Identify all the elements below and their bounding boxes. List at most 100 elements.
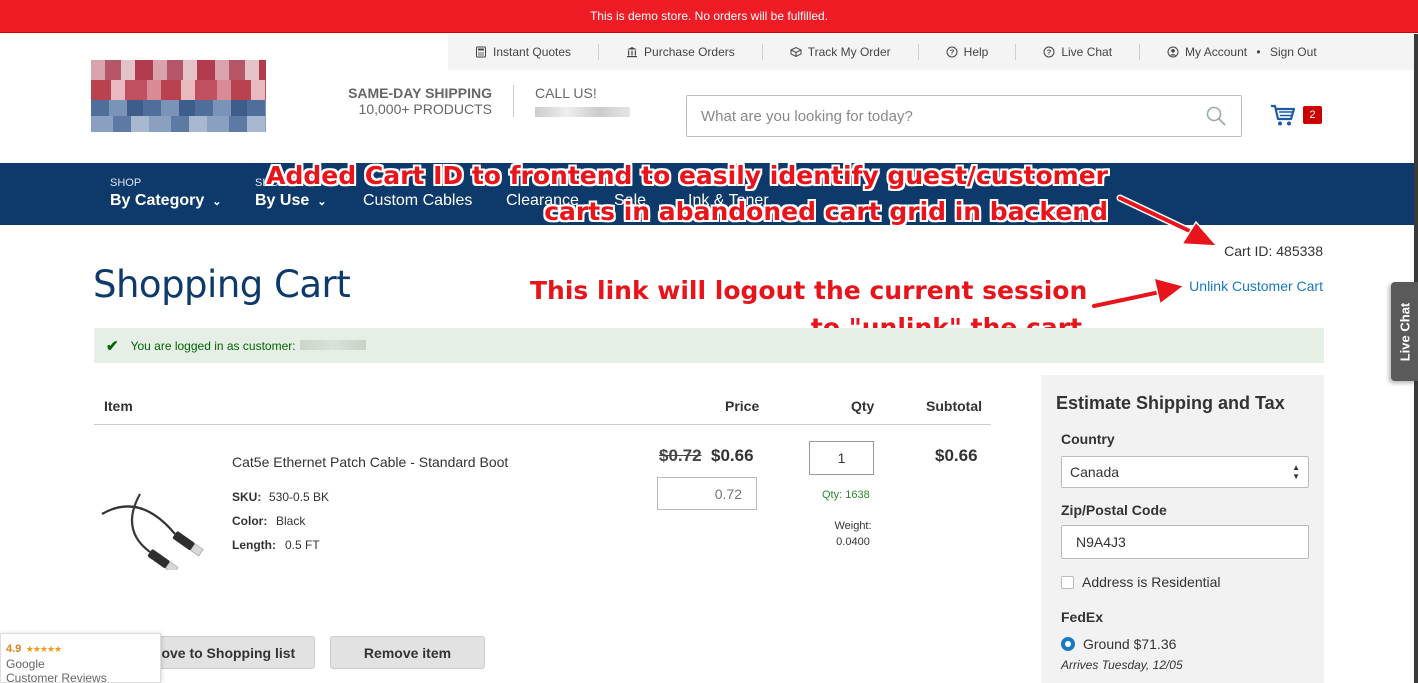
review-rating-row: 4.9 ★★★★★ xyxy=(6,639,155,657)
unlink-customer-cart-link[interactable]: Unlink Customer Cart xyxy=(1150,278,1323,294)
checkbox-box[interactable] xyxy=(1061,575,1074,589)
cart-id-label: Cart ID: 485338 xyxy=(1224,243,1323,259)
original-price: $0.72 xyxy=(659,446,702,465)
product-name-link[interactable]: Cat5e Ethernet Patch Cable - Standard Bo… xyxy=(232,454,508,470)
blurred-customer-name xyxy=(299,339,366,350)
logo-band xyxy=(91,60,266,80)
sign-out-link[interactable]: Sign Out xyxy=(1270,45,1317,59)
call-us: CALL US! xyxy=(535,85,630,117)
column-header-item: Item xyxy=(104,398,133,414)
annotation-cart-id-note: Added Cart ID to frontend to easily iden… xyxy=(260,158,1108,230)
top-link-purchase-orders[interactable]: Purchase Orders xyxy=(599,44,763,60)
column-header-price: Price xyxy=(725,398,760,414)
radio-selected-icon[interactable] xyxy=(1061,637,1075,651)
nav-item-label: By Category xyxy=(110,192,205,209)
account-icon xyxy=(1167,46,1179,58)
select-arrows-icon: ▲ ▼ xyxy=(1292,463,1300,481)
message-label: You are logged in as customer: xyxy=(130,338,296,353)
top-link-label: Track My Order xyxy=(807,45,891,59)
cart-icon xyxy=(1271,104,1296,126)
blurred-phone-number[interactable] xyxy=(535,107,630,117)
item-weight: Weight: 0.0400 xyxy=(820,518,886,550)
length-label: Length: xyxy=(232,538,276,552)
product-image[interactable] xyxy=(100,490,215,570)
annotation-line: This link will logout the current sessio… xyxy=(530,276,1088,305)
shipping-info: SAME-DAY SHIPPING 10,000+ PRODUCTS xyxy=(320,85,492,117)
review-brand: Google xyxy=(6,657,45,671)
carrier-label: FedEx xyxy=(1061,609,1104,625)
help-icon: ? xyxy=(946,46,958,58)
cart-count-badge: 2 xyxy=(1303,106,1322,124)
country-label: Country xyxy=(1061,431,1115,447)
color-label: Color: xyxy=(232,514,268,528)
table-divider xyxy=(94,424,991,425)
sku-value: 530-0.5 BK xyxy=(269,490,330,504)
color-value: Black xyxy=(276,514,306,528)
top-link-label: Instant Quotes xyxy=(493,45,572,59)
country-select[interactable]: Canada ▲ ▼ xyxy=(1061,456,1309,488)
mini-cart[interactable]: 2 xyxy=(1270,103,1324,129)
checkmark-icon: ✔ xyxy=(106,337,119,355)
review-rating: 4.9 xyxy=(6,643,22,655)
live-chat-tab[interactable]: Live Chat xyxy=(1391,282,1418,381)
stock-quantity: Qty: 1638 xyxy=(822,489,870,501)
page: This is demo store. No orders will be fu… xyxy=(0,0,1418,683)
shipping-method-label: Ground $71.36 xyxy=(1083,636,1177,652)
quantity-input[interactable] xyxy=(809,441,874,475)
weight-label: Weight: xyxy=(834,520,872,532)
residential-label: Address is Residential xyxy=(1082,574,1221,590)
chevron-down-icon: ⌄ xyxy=(212,195,222,208)
bank-icon xyxy=(627,47,638,58)
row-subtotal: $0.66 xyxy=(935,446,978,465)
calculator-icon xyxy=(476,46,486,58)
shipping-method-radio[interactable]: Ground $71.36 xyxy=(1061,636,1176,652)
logo-band xyxy=(91,80,266,100)
page-title: Shopping Cart xyxy=(93,263,351,306)
zip-input[interactable] xyxy=(1061,525,1309,559)
shipping-line-1: SAME-DAY SHIPPING xyxy=(348,85,492,101)
top-link-track-order[interactable]: Track My Order xyxy=(763,44,919,60)
search-input[interactable] xyxy=(687,97,1205,135)
estimate-shipping-panel: Estimate Shipping and Tax Country Canada… xyxy=(1041,375,1324,683)
store-logo[interactable] xyxy=(91,60,266,132)
current-price: $0.66 xyxy=(711,446,754,465)
header-divider xyxy=(513,85,514,117)
search-box xyxy=(686,95,1242,137)
arrival-estimate: Arrives Tuesday, 12/05 xyxy=(1061,658,1183,672)
annotation-line: carts in abandoned cart grid in backend xyxy=(544,197,1108,226)
top-links-bar: Instant Quotes Purchase Orders Track My … xyxy=(448,34,1418,70)
top-link-my-account[interactable]: My Account • Sign Out xyxy=(1140,44,1344,60)
logo-band xyxy=(91,116,266,132)
search-icon[interactable] xyxy=(1205,105,1227,127)
top-link-label: Purchase Orders xyxy=(644,45,735,59)
length-value: 0.5 FT xyxy=(285,538,320,552)
remove-item-button[interactable]: Remove item xyxy=(330,636,485,669)
top-link-live-chat[interactable]: ? Live Chat xyxy=(1016,44,1141,60)
chat-icon: ? xyxy=(1043,46,1055,58)
message-text: You are logged in as customer: xyxy=(131,339,366,353)
annotation-line: Added Cart ID to frontend to easily iden… xyxy=(266,161,1108,190)
google-reviews-badge[interactable]: 4.9 ★★★★★ Google Customer Reviews xyxy=(0,633,161,683)
bullet-separator: • xyxy=(1253,45,1264,59)
column-header-qty: Qty xyxy=(851,398,875,414)
zip-label: Zip/Postal Code xyxy=(1061,502,1167,518)
weight-value: 0.0400 xyxy=(836,536,870,548)
call-label: CALL US! xyxy=(535,85,597,101)
column-header-subtotal: Subtotal xyxy=(926,398,982,414)
demo-store-notice: This is demo store. No orders will be fu… xyxy=(0,0,1418,33)
nav-item-caption: SHOP xyxy=(110,177,142,189)
star-rating-icon: ★★★★★ xyxy=(25,644,62,654)
shipping-line-2: 10,000+ PRODUCTS xyxy=(358,101,492,117)
review-label: Customer Reviews xyxy=(6,671,107,683)
top-link-instant-quotes[interactable]: Instant Quotes xyxy=(448,44,600,60)
estimate-title[interactable]: Estimate Shipping and Tax xyxy=(1056,393,1285,414)
svg-text:?: ? xyxy=(1047,48,1052,57)
logo-band xyxy=(91,100,266,116)
box-icon xyxy=(789,46,802,58)
svg-text:?: ? xyxy=(949,48,954,57)
country-value: Canada xyxy=(1070,464,1120,480)
top-link-help[interactable]: ? Help xyxy=(919,44,1017,60)
custom-price-input[interactable] xyxy=(657,477,757,510)
nav-item-title: By Category ⌄ xyxy=(110,192,221,210)
residential-checkbox[interactable]: Address is Residential xyxy=(1061,574,1221,590)
